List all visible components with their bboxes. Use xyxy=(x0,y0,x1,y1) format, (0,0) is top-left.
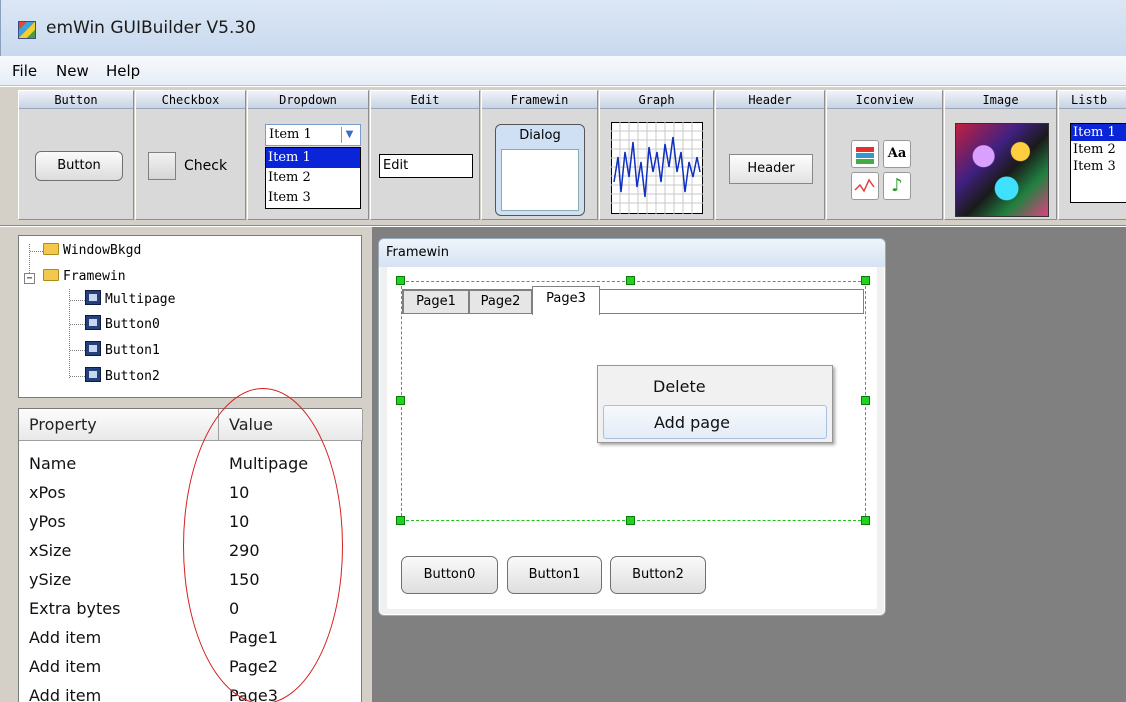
palette-graph[interactable]: Graph xyxy=(599,90,714,220)
widget-node-icon xyxy=(85,315,101,330)
tree-item-windowbkgd[interactable]: WindowBkgd xyxy=(43,240,141,262)
property-name: ySize xyxy=(29,570,72,589)
sample-dropdown-selected: Item 1 xyxy=(269,127,312,142)
tree-item-framewin[interactable]: Framewin xyxy=(43,266,126,288)
tree-item-button1[interactable]: Button1 xyxy=(85,340,160,362)
sample-listbox-item: Item 2 xyxy=(1073,142,1116,157)
palette-header-button: Button xyxy=(19,91,133,109)
palette-header-iconview: Iconview xyxy=(827,91,942,109)
graph-icon xyxy=(611,122,703,214)
menu-item-delete[interactable]: Delete xyxy=(603,370,827,404)
folder-icon xyxy=(43,269,59,281)
books-icon xyxy=(851,140,879,168)
property-name: Extra bytes xyxy=(29,599,121,618)
resize-handle[interactable] xyxy=(626,276,635,285)
palette-header-checkbox: Checkbox xyxy=(136,91,245,109)
palette-listbox[interactable]: Listb Item 1 Item 2 Item 3 xyxy=(1058,90,1126,220)
palette-dropdown[interactable]: Dropdown Item 1 ▼ Item 1 Item 2 Item 3 xyxy=(247,90,369,220)
widget-node-icon xyxy=(85,341,101,356)
sample-listbox-item: Item 3 xyxy=(1073,159,1116,174)
tree-item-label: Framewin xyxy=(63,269,126,284)
music-note-icon: ♪ xyxy=(883,172,911,200)
widget-tree: − WindowBkgd Framewin Multipage Button0 … xyxy=(18,235,362,398)
resize-handle[interactable] xyxy=(396,396,405,405)
sample-dropdown-list: Item 1 Item 2 Item 3 xyxy=(265,147,361,209)
property-name: Add item xyxy=(29,686,102,702)
sample-dropdown-item: Item 3 xyxy=(268,190,311,205)
sample-framewin: Dialog xyxy=(495,124,585,216)
menu-file[interactable]: File xyxy=(12,62,37,80)
palette-checkbox[interactable]: Checkbox Check xyxy=(135,90,246,220)
property-name: Name xyxy=(29,454,77,473)
chevron-down-icon: ▼ xyxy=(341,127,357,143)
design-button0[interactable]: Button0 xyxy=(401,556,498,594)
palette-header-edit: Edit xyxy=(371,91,479,109)
palette-header-graph: Graph xyxy=(600,91,713,109)
resize-handle[interactable] xyxy=(861,276,870,285)
widget-node-icon xyxy=(85,367,101,382)
palette-header-header: Header xyxy=(716,91,824,109)
menu-bar: File New Help xyxy=(0,56,1126,86)
menu-help[interactable]: Help xyxy=(106,62,140,80)
property-name: Add item xyxy=(29,628,102,647)
sample-checkbox-box xyxy=(148,152,176,180)
menu-new[interactable]: New xyxy=(56,62,89,80)
tree-item-label: WindowBkgd xyxy=(63,243,142,258)
sample-header: Header xyxy=(729,154,813,184)
tree-item-label: Button2 xyxy=(105,369,160,384)
tree-collapse-toggle[interactable]: − xyxy=(24,273,35,284)
property-name: yPos xyxy=(29,512,66,531)
sample-checkbox-label: Check xyxy=(184,158,228,174)
menu-item-add-page[interactable]: Add page xyxy=(603,405,827,439)
chart-line-icon xyxy=(851,172,879,200)
tree-item-button0[interactable]: Button0 xyxy=(85,314,160,336)
annotation-ellipse xyxy=(183,388,343,702)
tree-item-label: Button1 xyxy=(105,343,160,358)
tree-item-button2[interactable]: Button2 xyxy=(85,366,160,388)
sample-listbox: Item 1 Item 2 Item 3 xyxy=(1070,123,1126,203)
resize-handle[interactable] xyxy=(861,516,870,525)
tree-item-multipage[interactable]: Multipage xyxy=(85,289,175,311)
design-button1[interactable]: Button1 xyxy=(507,556,602,594)
framewin-caption[interactable]: Framewin xyxy=(379,239,885,267)
resize-handle[interactable] xyxy=(861,396,870,405)
sample-listbox-item: Item 1 xyxy=(1071,124,1126,141)
sample-dropdown-item: Item 2 xyxy=(268,170,311,185)
widget-node-icon xyxy=(85,290,101,305)
tree-item-label: Button0 xyxy=(105,317,160,332)
property-name: Add item xyxy=(29,657,102,676)
resize-handle[interactable] xyxy=(626,516,635,525)
sample-button: Button xyxy=(35,151,123,181)
palette-header[interactable]: Header Header xyxy=(715,90,825,220)
folder-icon xyxy=(43,243,59,255)
sample-dropdown-field: Item 1 ▼ xyxy=(265,124,361,146)
design-button2[interactable]: Button2 xyxy=(610,556,706,594)
tree-item-label: Multipage xyxy=(105,292,176,307)
widget-palette: Button Button Checkbox Check Dropdown It… xyxy=(0,87,1126,226)
property-name: xSize xyxy=(29,541,72,560)
sample-image xyxy=(955,123,1049,217)
palette-header-dropdown: Dropdown xyxy=(248,91,368,109)
resize-handle[interactable] xyxy=(396,276,405,285)
property-row[interactable]: Add item Page3 xyxy=(19,681,363,702)
sample-edit-field: Edit xyxy=(379,154,473,178)
palette-header-framewin: Framewin xyxy=(482,91,597,109)
sample-framewin-client xyxy=(501,149,579,211)
context-menu: Delete Add page xyxy=(597,365,833,443)
sample-dropdown-item: Item 1 xyxy=(266,148,360,168)
resize-handle[interactable] xyxy=(396,516,405,525)
palette-framewin[interactable]: Framewin Dialog xyxy=(481,90,598,220)
font-icon: Aa xyxy=(883,140,911,168)
palette-button[interactable]: Button Button xyxy=(18,90,134,220)
palette-image[interactable]: Image xyxy=(944,90,1057,220)
app-icon[interactable] xyxy=(18,21,36,39)
palette-edit[interactable]: Edit Edit xyxy=(370,90,480,220)
palette-header-image: Image xyxy=(945,91,1056,109)
window-title: emWin GUIBuilder V5.30 xyxy=(46,18,256,38)
property-column-header[interactable]: Property xyxy=(19,409,219,441)
palette-header-listbox: Listb xyxy=(1059,91,1126,109)
property-name: xPos xyxy=(29,483,66,502)
sample-framewin-caption: Dialog xyxy=(519,128,561,143)
palette-iconview[interactable]: Iconview Aa ♪ xyxy=(826,90,943,220)
